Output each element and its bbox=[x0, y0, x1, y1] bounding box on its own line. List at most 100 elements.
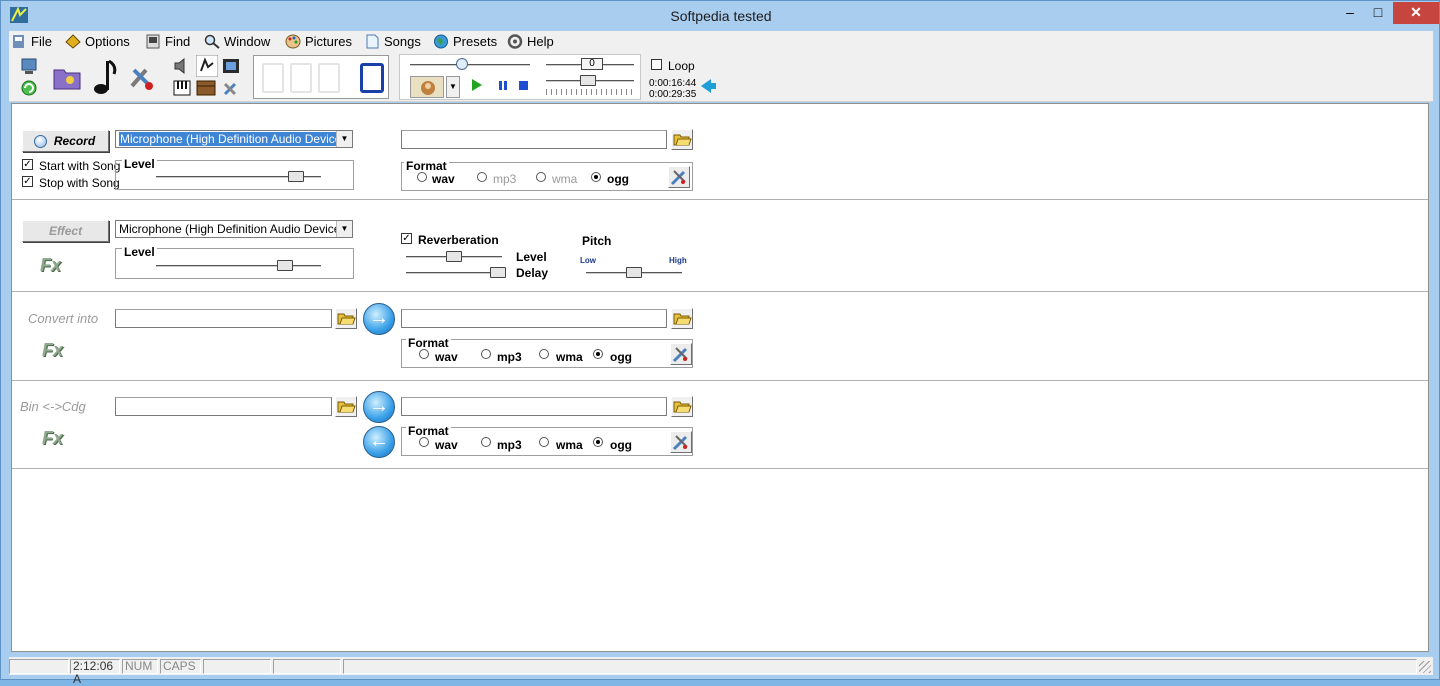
record-format-mp3-radio[interactable] bbox=[477, 172, 487, 182]
stop-icon[interactable] bbox=[519, 81, 528, 90]
menu-file[interactable]: File bbox=[9, 32, 52, 51]
title-bar: Softpedia tested – □ ✕ bbox=[1, 1, 1440, 31]
tools-icon[interactable] bbox=[128, 62, 156, 92]
folder-open-icon bbox=[337, 313, 356, 325]
reverb-level-label: Level bbox=[516, 250, 547, 264]
convert-format-wma-radio[interactable] bbox=[539, 349, 549, 359]
resize-grip[interactable] bbox=[1419, 661, 1431, 673]
menu-find[interactable]: Find bbox=[143, 32, 190, 51]
menu-options[interactable]: Options bbox=[63, 32, 130, 51]
reverb-level-slider[interactable] bbox=[446, 251, 462, 262]
start-with-song-checkbox[interactable]: ✓ bbox=[22, 159, 33, 170]
record-settings-button[interactable] bbox=[668, 166, 690, 188]
app-window: Softpedia tested – □ ✕ File Options Find… bbox=[0, 0, 1440, 686]
magnifier-icon bbox=[204, 34, 220, 49]
tools-icon bbox=[672, 435, 688, 451]
effect-button[interactable]: Effect bbox=[22, 220, 109, 242]
convert-output-field[interactable] bbox=[401, 309, 667, 328]
play-icon[interactable] bbox=[472, 79, 482, 91]
record-format-wav-radio[interactable] bbox=[417, 172, 427, 182]
pitch-slider[interactable] bbox=[626, 267, 642, 278]
bincdg-format-wav-radio[interactable] bbox=[419, 437, 429, 447]
bincdg-fx-logo: Fx bbox=[42, 428, 64, 448]
folder-music-icon[interactable] bbox=[52, 62, 82, 92]
menu-presets[interactable]: Presets bbox=[431, 32, 497, 51]
drum-icon[interactable] bbox=[196, 79, 216, 97]
bincdg-output-browse-button[interactable] bbox=[671, 396, 693, 417]
speaker-icon[interactable] bbox=[173, 57, 191, 75]
convert-settings-button[interactable] bbox=[670, 343, 692, 365]
bincdg-format-group: Format wav mp3 wma ogg bbox=[401, 424, 693, 456]
pause-icon[interactable] bbox=[499, 81, 507, 90]
menu-window[interactable]: Window bbox=[202, 32, 270, 51]
piano-icon[interactable] bbox=[173, 79, 191, 97]
convert-source-browse-button[interactable] bbox=[335, 308, 357, 329]
folder-open-icon bbox=[673, 401, 692, 413]
pitch-high-label: High bbox=[669, 256, 687, 265]
folder-open-icon bbox=[673, 134, 692, 146]
status-num: NUM bbox=[122, 659, 158, 674]
bincdg-source-browse-button[interactable] bbox=[335, 396, 357, 417]
film-icon[interactable] bbox=[222, 57, 240, 75]
effect-level-slider[interactable] bbox=[276, 260, 293, 271]
position-slider[interactable] bbox=[456, 58, 468, 70]
effect-device-select[interactable]: Microphone (High Definition Audio Device… bbox=[115, 220, 353, 238]
bincdg-arrow-right-button[interactable]: → bbox=[363, 391, 395, 423]
music-note-icon[interactable] bbox=[92, 58, 118, 96]
convert-output-browse-button[interactable] bbox=[671, 308, 693, 329]
menu-help[interactable]: Help bbox=[505, 32, 554, 51]
convert-source-field[interactable] bbox=[115, 309, 332, 328]
pitch-low-label: Low bbox=[580, 256, 596, 265]
refresh-icon[interactable] bbox=[20, 79, 38, 97]
balance-slider[interactable] bbox=[580, 75, 596, 86]
maximize-button[interactable]: □ bbox=[1363, 2, 1393, 24]
stop-with-song-checkbox[interactable]: ✓ bbox=[22, 176, 33, 187]
lifebuoy-icon bbox=[507, 34, 523, 49]
minimize-button[interactable]: – bbox=[1335, 2, 1365, 24]
bincdg-format-mp3-radio[interactable] bbox=[481, 437, 491, 447]
bincdg-source-field[interactable] bbox=[115, 397, 332, 416]
effect-fx-logo: Fx bbox=[40, 255, 62, 275]
bincdg-format-wma-radio[interactable] bbox=[539, 437, 549, 447]
record-level-slider[interactable] bbox=[288, 171, 305, 182]
record-output-field[interactable] bbox=[401, 130, 667, 149]
close-button[interactable]: ✕ bbox=[1393, 2, 1439, 24]
cover-thumbnail[interactable] bbox=[410, 76, 444, 98]
menu-songs[interactable]: Songs bbox=[362, 32, 421, 51]
folder-open-icon bbox=[337, 401, 356, 413]
window-title: Softpedia tested bbox=[670, 8, 772, 24]
bincdg-arrow-left-button[interactable]: ← bbox=[363, 426, 395, 458]
bincdg-settings-button[interactable] bbox=[670, 431, 692, 453]
palette-icon bbox=[285, 34, 301, 49]
hand-icon[interactable] bbox=[196, 55, 218, 77]
volume-slider[interactable]: 0 bbox=[581, 58, 603, 70]
record-format-wma-radio[interactable] bbox=[536, 172, 546, 182]
toolbar: 0 ▼ Loop 0:00:16:44 0:00:29:35 bbox=[9, 52, 1433, 102]
convert-format-ogg-radio[interactable] bbox=[593, 349, 603, 359]
convert-into-label: Convert into bbox=[28, 311, 99, 326]
status-caps: CAPS bbox=[160, 659, 201, 674]
start-with-song-label: Start with Song bbox=[39, 159, 121, 173]
reverb-delay-slider[interactable] bbox=[490, 267, 506, 278]
convert-arrow-right-button[interactable]: → bbox=[363, 303, 395, 335]
record-format-ogg-radio[interactable] bbox=[591, 172, 601, 182]
convert-format-mp3-radio[interactable] bbox=[481, 349, 491, 359]
bincdg-format-ogg-radio[interactable] bbox=[593, 437, 603, 447]
record-button[interactable]: Record bbox=[22, 130, 109, 152]
monitor-icon[interactable] bbox=[20, 57, 38, 75]
tools-icon bbox=[670, 170, 686, 186]
document-icon bbox=[366, 34, 379, 49]
loop-checkbox[interactable] bbox=[651, 59, 662, 70]
convert-format-wav-radio[interactable] bbox=[419, 349, 429, 359]
record-device-select[interactable]: Microphone (High Definition Audio Device… bbox=[115, 130, 353, 148]
chevron-down-icon[interactable]: ▼ bbox=[446, 76, 460, 98]
wrench-icon[interactable] bbox=[222, 79, 240, 97]
time-total: 0:00:29:35 bbox=[649, 89, 697, 100]
record-browse-button[interactable] bbox=[671, 129, 693, 150]
bincdg-output-field[interactable] bbox=[401, 397, 667, 416]
tools-icon bbox=[672, 347, 688, 363]
record-format-group: Format wav mp3 wma ogg bbox=[401, 159, 693, 191]
menu-pictures[interactable]: Pictures bbox=[283, 32, 352, 51]
reverberation-checkbox[interactable]: ✓ bbox=[401, 233, 412, 244]
record-icon bbox=[34, 135, 47, 148]
